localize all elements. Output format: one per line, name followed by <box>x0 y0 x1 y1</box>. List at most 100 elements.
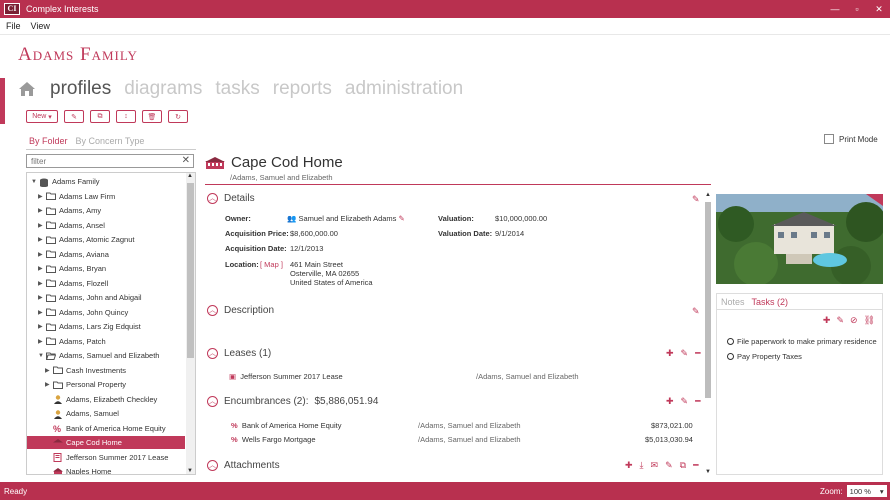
nav-profiles[interactable]: profiles <box>50 78 111 100</box>
nav-reports[interactable]: reports <box>273 78 332 100</box>
tree-item[interactable]: ▶ Adams, John Quincy <box>38 306 185 319</box>
add-icon[interactable]: ✚ <box>625 460 633 471</box>
scroll-up-icon[interactable]: ▲ <box>187 173 193 179</box>
expand-right-icon[interactable]: ▶ <box>38 236 46 243</box>
expand-right-icon[interactable]: ▶ <box>38 323 46 330</box>
menu-view[interactable]: View <box>31 21 50 31</box>
refresh-button[interactable]: ↻ <box>168 110 188 123</box>
expand-right-icon[interactable]: ▶ <box>45 367 53 374</box>
tree-item[interactable]: Jefferson Summer 2017 Lease <box>45 451 185 464</box>
add-icon[interactable]: ✚ <box>666 396 674 407</box>
download-icon[interactable]: ⤓ <box>640 460 644 471</box>
tree-item[interactable]: Adams, Elizabeth Checkley <box>45 393 185 406</box>
minus-icon[interactable]: ━ <box>695 348 700 359</box>
tree-item[interactable]: Adams, Samuel <box>45 407 185 420</box>
link-icon[interactable]: ⛓ <box>864 315 875 326</box>
expand-right-icon[interactable]: ▶ <box>38 222 46 229</box>
menu-file[interactable]: File <box>6 21 21 31</box>
tree-item[interactable]: Naples Home <box>45 465 185 474</box>
edit-details-icon[interactable]: ✎ <box>692 194 700 205</box>
expand-right-icon[interactable]: ▶ <box>38 280 46 287</box>
chevron-up-icon[interactable]: ︿ <box>207 460 218 471</box>
details-section-header[interactable]: ︿ Details <box>207 193 255 204</box>
tree-item[interactable]: % Bank of America Home Equity <box>45 422 185 435</box>
minimize-icon[interactable]: — <box>824 0 846 18</box>
expand-right-icon[interactable]: ▶ <box>38 309 46 316</box>
lease-item[interactable]: ▣ Jefferson Summer 2017 Lease <box>229 372 343 381</box>
nav-tasks[interactable]: tasks <box>215 78 259 100</box>
restore-icon[interactable]: ▫ <box>846 0 868 18</box>
task-item[interactable]: File paperwork to make primary residence <box>727 337 877 346</box>
tree-item[interactable]: ▶ Adams Law Firm <box>38 190 185 203</box>
description-section-header[interactable]: ︿ Description <box>207 305 274 316</box>
encumbrance-item[interactable]: % Wells Fargo Mortgage <box>231 435 316 444</box>
encumbrance-item[interactable]: % Bank of America Home Equity <box>231 421 341 430</box>
nav-administration[interactable]: administration <box>345 78 463 100</box>
tree-item[interactable]: ▶ Adams, Amy <box>38 204 185 217</box>
tree-item[interactable]: ▶ Adams, John and Abigail <box>38 291 185 304</box>
scroll-down-icon[interactable]: ▼ <box>187 468 193 474</box>
pencil-icon[interactable]: ✎ <box>665 460 673 471</box>
map-link[interactable]: [ Map ] <box>260 260 283 269</box>
copy-icon[interactable]: ⧉ <box>680 460 686 471</box>
expand-down-icon[interactable]: ▼ <box>31 179 39 185</box>
tree-item[interactable]: ▶ Adams, Aviana <box>38 248 185 261</box>
tree-item[interactable]: ▶ Cash Investments <box>45 364 185 377</box>
tree-scroll-thumb[interactable] <box>187 183 194 358</box>
tree-item[interactable]: ▶ Adams, Atomic Zagnut <box>38 233 185 246</box>
minus-icon[interactable]: ━ <box>695 396 700 407</box>
task-radio[interactable] <box>727 353 734 360</box>
pencil-icon[interactable]: ✎ <box>836 315 844 326</box>
nav-diagrams[interactable]: diagrams <box>124 78 202 100</box>
delete-button[interactable]: 🗑 <box>142 110 162 123</box>
expand-right-icon[interactable]: ▶ <box>38 251 46 258</box>
tree-item[interactable]: ▶ Personal Property <box>45 378 185 391</box>
tree-item[interactable]: ▶ Adams, Lars Zig Edquist <box>38 320 185 333</box>
add-icon[interactable]: ✚ <box>823 315 831 326</box>
new-dropdown-button[interactable]: New ▾ <box>26 110 58 123</box>
print-mode-toggle[interactable]: Print Mode <box>824 134 878 144</box>
tree-item[interactable]: ▶ Adams, Patch <box>38 335 185 348</box>
home-icon[interactable] <box>18 81 36 97</box>
owner-value[interactable]: 👥 Samuel and Elizabeth Adams ✎ <box>287 214 405 223</box>
expand-right-icon[interactable]: ▶ <box>38 193 46 200</box>
expand-right-icon[interactable]: ▶ <box>38 294 46 301</box>
copy-button[interactable]: ⧉ <box>90 110 110 123</box>
tree-item[interactable]: Cape Cod Home <box>27 436 185 449</box>
close-icon[interactable]: ✕ <box>868 0 890 18</box>
tab-by-concern-type[interactable]: By Concern Type <box>76 136 145 146</box>
filter-input[interactable] <box>31 156 181 166</box>
task-radio[interactable] <box>727 338 734 345</box>
tree-item[interactable]: ▶ Adams, Flozell <box>38 277 185 290</box>
leases-section-header[interactable]: ︿ Leases (1) <box>207 348 271 359</box>
chevron-up-icon[interactable]: ︿ <box>207 193 218 204</box>
expand-down-icon[interactable]: ▼ <box>38 353 46 359</box>
print-mode-checkbox[interactable] <box>824 134 834 144</box>
expand-right-icon[interactable]: ▶ <box>38 207 46 214</box>
tree-item[interactable]: ▶ Adams, Ansel <box>38 219 185 232</box>
chevron-up-icon[interactable]: ︿ <box>207 396 218 407</box>
pencil-icon[interactable]: ✎ <box>399 214 405 223</box>
expand-right-icon[interactable]: ▶ <box>45 381 53 388</box>
add-icon[interactable]: ✚ <box>666 348 674 359</box>
tree-item[interactable]: ▶ Adams, Bryan <box>38 262 185 275</box>
edit-description-icon[interactable]: ✎ <box>692 306 700 317</box>
scroll-down-icon[interactable]: ▼ <box>705 469 711 475</box>
pencil-icon[interactable]: ✎ <box>681 348 689 359</box>
tab-notes[interactable]: Notes <box>721 297 745 307</box>
expand-right-icon[interactable]: ▶ <box>38 265 46 272</box>
email-icon[interactable]: ✉ <box>651 460 659 471</box>
task-item[interactable]: Pay Property Taxes <box>727 352 802 361</box>
encumbrances-section-header[interactable]: ︿ Encumbrances (2): $5,886,051.94 <box>207 396 378 407</box>
chevron-up-icon[interactable]: ︿ <box>207 305 218 316</box>
tab-by-folder[interactable]: By Folder <box>29 136 68 146</box>
chevron-up-icon[interactable]: ︿ <box>207 348 218 359</box>
pencil-icon[interactable]: ✎ <box>681 396 689 407</box>
attachments-section-header[interactable]: ︿ Attachments <box>207 460 280 471</box>
tree-item[interactable]: ▼ Adams, Samuel and Elizabeth <box>38 349 185 362</box>
tab-tasks[interactable]: Tasks (2) <box>752 297 789 307</box>
detail-scroll-thumb[interactable] <box>705 202 711 398</box>
tree-item[interactable]: ▼ Adams Family <box>31 175 185 188</box>
tag-icon[interactable]: ⊘ <box>850 315 858 326</box>
move-button[interactable]: ↕ <box>116 110 136 123</box>
